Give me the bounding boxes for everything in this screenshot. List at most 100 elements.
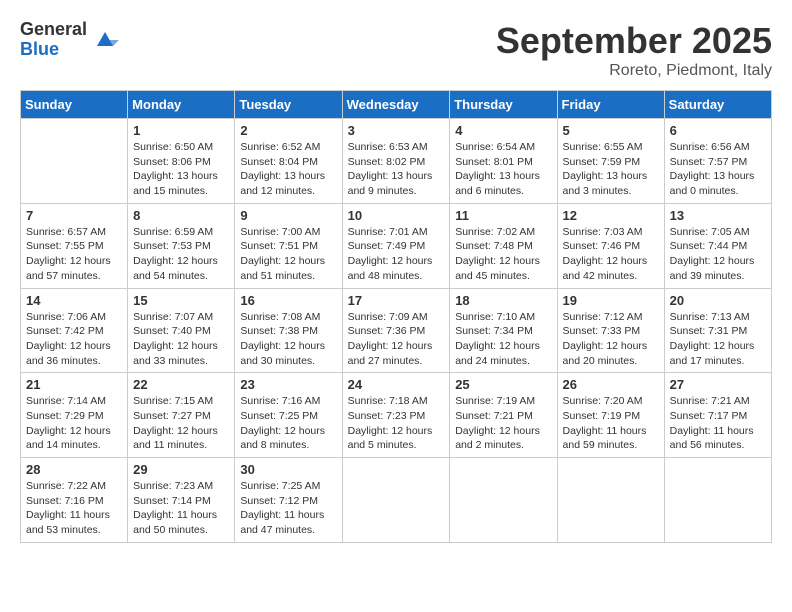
logo-icon xyxy=(91,26,119,54)
day-number: 11 xyxy=(455,208,551,223)
day-number: 29 xyxy=(133,462,229,477)
header-thursday: Thursday xyxy=(450,91,557,119)
day-cell xyxy=(664,458,771,543)
week-row-5: 28 Sunrise: 7:22 AM Sunset: 7:16 PM Dayli… xyxy=(21,458,772,543)
week-row-3: 14 Sunrise: 7:06 AM Sunset: 7:42 PM Dayli… xyxy=(21,288,772,373)
day-number: 3 xyxy=(348,123,445,138)
day-info: Sunrise: 7:14 AM Sunset: 7:29 PM Dayligh… xyxy=(26,394,122,453)
day-number: 27 xyxy=(670,377,766,392)
day-number: 8 xyxy=(133,208,229,223)
day-number: 30 xyxy=(240,462,336,477)
day-cell: 2 Sunrise: 6:52 AM Sunset: 8:04 PM Daylig… xyxy=(235,119,342,204)
day-number: 21 xyxy=(26,377,122,392)
week-row-4: 21 Sunrise: 7:14 AM Sunset: 7:29 PM Dayli… xyxy=(21,373,772,458)
day-number: 13 xyxy=(670,208,766,223)
day-cell: 26 Sunrise: 7:20 AM Sunset: 7:19 PM Dayli… xyxy=(557,373,664,458)
day-number: 26 xyxy=(563,377,659,392)
day-number: 25 xyxy=(455,377,551,392)
day-cell xyxy=(342,458,450,543)
day-cell: 30 Sunrise: 7:25 AM Sunset: 7:12 PM Dayli… xyxy=(235,458,342,543)
day-cell: 3 Sunrise: 6:53 AM Sunset: 8:02 PM Daylig… xyxy=(342,119,450,204)
logo: General Blue xyxy=(20,20,119,60)
month-title: September 2025 xyxy=(496,20,772,62)
day-number: 23 xyxy=(240,377,336,392)
day-cell: 17 Sunrise: 7:09 AM Sunset: 7:36 PM Dayli… xyxy=(342,288,450,373)
day-info: Sunrise: 7:22 AM Sunset: 7:16 PM Dayligh… xyxy=(26,479,122,538)
header-sunday: Sunday xyxy=(21,91,128,119)
day-number: 10 xyxy=(348,208,445,223)
day-info: Sunrise: 7:25 AM Sunset: 7:12 PM Dayligh… xyxy=(240,479,336,538)
day-info: Sunrise: 7:01 AM Sunset: 7:49 PM Dayligh… xyxy=(348,225,445,284)
day-cell: 6Sunrise: 6:56 AM Sunset: 7:57 PM Daylig… xyxy=(664,119,771,204)
day-info: Sunrise: 7:07 AM Sunset: 7:40 PM Dayligh… xyxy=(133,310,229,369)
day-number: 9 xyxy=(240,208,336,223)
day-number: 24 xyxy=(348,377,445,392)
day-cell: 10 Sunrise: 7:01 AM Sunset: 7:49 PM Dayli… xyxy=(342,203,450,288)
header-wednesday: Wednesday xyxy=(342,91,450,119)
header-friday: Friday xyxy=(557,91,664,119)
day-info: Sunrise: 7:20 AM Sunset: 7:19 PM Dayligh… xyxy=(563,394,659,453)
day-info: Sunrise: 7:06 AM Sunset: 7:42 PM Dayligh… xyxy=(26,310,122,369)
day-cell: 23 Sunrise: 7:16 AM Sunset: 7:25 PM Dayli… xyxy=(235,373,342,458)
day-cell: 5 Sunrise: 6:55 AM Sunset: 7:59 PM Daylig… xyxy=(557,119,664,204)
day-info: Sunrise: 7:08 AM Sunset: 7:38 PM Dayligh… xyxy=(240,310,336,369)
day-info: Sunrise: 7:18 AM Sunset: 7:23 PM Dayligh… xyxy=(348,394,445,453)
day-cell: 19 Sunrise: 7:12 AM Sunset: 7:33 PM Dayli… xyxy=(557,288,664,373)
day-number: 18 xyxy=(455,293,551,308)
day-info: Sunrise: 6:54 AM Sunset: 8:01 PM Dayligh… xyxy=(455,140,551,199)
day-cell: 11 Sunrise: 7:02 AM Sunset: 7:48 PM Dayli… xyxy=(450,203,557,288)
day-cell: 29 Sunrise: 7:23 AM Sunset: 7:14 PM Dayli… xyxy=(128,458,235,543)
day-info: Sunrise: 7:21 AM Sunset: 7:17 PM Dayligh… xyxy=(670,394,766,453)
day-cell: 27 Sunrise: 7:21 AM Sunset: 7:17 PM Dayli… xyxy=(664,373,771,458)
day-cell: 28 Sunrise: 7:22 AM Sunset: 7:16 PM Dayli… xyxy=(21,458,128,543)
calendar-table: SundayMondayTuesdayWednesdayThursdayFrid… xyxy=(20,90,772,543)
day-cell xyxy=(450,458,557,543)
day-info: Sunrise: 6:53 AM Sunset: 8:02 PM Dayligh… xyxy=(348,140,445,199)
day-info: Sunrise: 7:16 AM Sunset: 7:25 PM Dayligh… xyxy=(240,394,336,453)
day-cell: 14 Sunrise: 7:06 AM Sunset: 7:42 PM Dayli… xyxy=(21,288,128,373)
location: Roreto, Piedmont, Italy xyxy=(496,62,772,80)
day-number: 5 xyxy=(563,123,659,138)
day-number: 17 xyxy=(348,293,445,308)
header-monday: Monday xyxy=(128,91,235,119)
day-number: 6 xyxy=(670,123,766,138)
day-info: Sunrise: 7:09 AM Sunset: 7:36 PM Dayligh… xyxy=(348,310,445,369)
day-cell: 8 Sunrise: 6:59 AM Sunset: 7:53 PM Daylig… xyxy=(128,203,235,288)
day-cell: 24 Sunrise: 7:18 AM Sunset: 7:23 PM Dayli… xyxy=(342,373,450,458)
day-cell: 7Sunrise: 6:57 AM Sunset: 7:55 PM Daylig… xyxy=(21,203,128,288)
day-number: 14 xyxy=(26,293,122,308)
day-info: Sunrise: 6:52 AM Sunset: 8:04 PM Dayligh… xyxy=(240,140,336,199)
header-tuesday: Tuesday xyxy=(235,91,342,119)
day-info: Sunrise: 6:55 AM Sunset: 7:59 PM Dayligh… xyxy=(563,140,659,199)
week-row-2: 7Sunrise: 6:57 AM Sunset: 7:55 PM Daylig… xyxy=(21,203,772,288)
logo-general: General xyxy=(20,20,87,40)
day-info: Sunrise: 7:12 AM Sunset: 7:33 PM Dayligh… xyxy=(563,310,659,369)
day-number: 19 xyxy=(563,293,659,308)
day-cell: 12 Sunrise: 7:03 AM Sunset: 7:46 PM Dayli… xyxy=(557,203,664,288)
day-cell: 1Sunrise: 6:50 AM Sunset: 8:06 PM Daylig… xyxy=(128,119,235,204)
day-number: 20 xyxy=(670,293,766,308)
logo-text: General Blue xyxy=(20,20,87,60)
logo-blue: Blue xyxy=(20,40,87,60)
day-cell xyxy=(557,458,664,543)
day-cell xyxy=(21,119,128,204)
day-info: Sunrise: 7:00 AM Sunset: 7:51 PM Dayligh… xyxy=(240,225,336,284)
page-header: General Blue September 2025 Roreto, Pied… xyxy=(20,20,772,80)
day-number: 15 xyxy=(133,293,229,308)
day-info: Sunrise: 7:02 AM Sunset: 7:48 PM Dayligh… xyxy=(455,225,551,284)
week-row-1: 1Sunrise: 6:50 AM Sunset: 8:06 PM Daylig… xyxy=(21,119,772,204)
day-number: 28 xyxy=(26,462,122,477)
day-cell: 25Sunrise: 7:19 AM Sunset: 7:21 PM Dayli… xyxy=(450,373,557,458)
day-cell: 13 Sunrise: 7:05 AM Sunset: 7:44 PM Dayli… xyxy=(664,203,771,288)
day-info: Sunrise: 7:23 AM Sunset: 7:14 PM Dayligh… xyxy=(133,479,229,538)
header-saturday: Saturday xyxy=(664,91,771,119)
day-info: Sunrise: 7:10 AM Sunset: 7:34 PM Dayligh… xyxy=(455,310,551,369)
day-info: Sunrise: 7:03 AM Sunset: 7:46 PM Dayligh… xyxy=(563,225,659,284)
day-number: 2 xyxy=(240,123,336,138)
day-info: Sunrise: 7:05 AM Sunset: 7:44 PM Dayligh… xyxy=(670,225,766,284)
day-number: 12 xyxy=(563,208,659,223)
day-cell: 22Sunrise: 7:15 AM Sunset: 7:27 PM Dayli… xyxy=(128,373,235,458)
day-info: Sunrise: 6:59 AM Sunset: 7:53 PM Dayligh… xyxy=(133,225,229,284)
title-block: September 2025 Roreto, Piedmont, Italy xyxy=(496,20,772,80)
day-info: Sunrise: 7:13 AM Sunset: 7:31 PM Dayligh… xyxy=(670,310,766,369)
